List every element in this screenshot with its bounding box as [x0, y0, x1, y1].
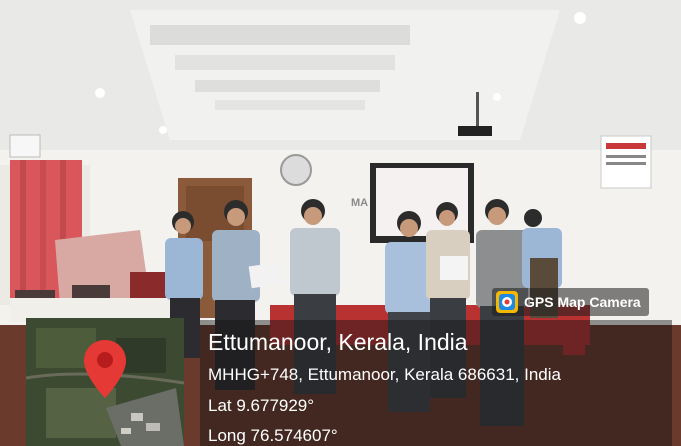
location-pin-icon: [84, 340, 126, 398]
place-title: Ettumanoor, Kerala, India: [208, 329, 468, 355]
longitude-line: Long 76.574607°: [208, 426, 338, 445]
address-line: MHHG+748, Ettumanoor, Kerala 686631, Ind…: [208, 365, 561, 384]
gps-map-camera-badge: GPS Map Camera: [492, 288, 649, 316]
photo-stage: MA GPS Map Camera Ettumanoor, Kerala, In…: [0, 0, 681, 446]
map-thumbnail: [26, 318, 184, 446]
latitude-line: Lat 9.677929°: [208, 396, 315, 415]
app-name-label: GPS Map Camera: [524, 294, 641, 310]
wall-text: MA: [351, 197, 368, 209]
gps-map-camera-logo-icon: [496, 291, 518, 313]
